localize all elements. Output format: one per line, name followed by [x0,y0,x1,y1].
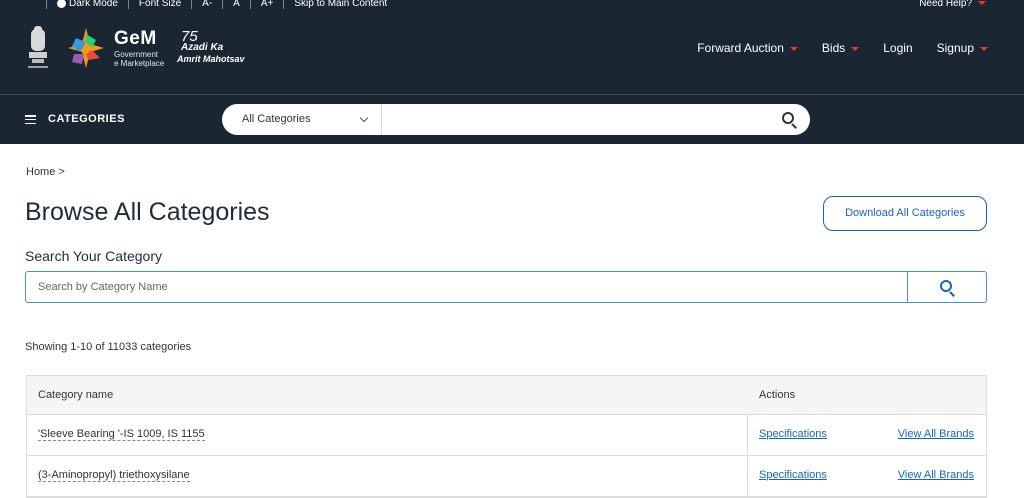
header-category-name: Category name [38,389,114,401]
dark-mode-toggle[interactable]: Dark Mode [57,0,118,9]
category-name[interactable]: (3-Aminopropyl) triethoxysilane [38,469,190,482]
caret-down-icon [980,46,988,51]
gem-logo-icon [68,28,104,68]
divider [249,0,251,9]
categories-menu-label[interactable]: CATEGORIES [48,113,125,125]
table-row: (3-Aminopropyl) triethoxysilane Specific… [27,456,986,497]
nav-forward-auction[interactable]: Forward Auction [697,41,798,55]
skip-to-main-link[interactable]: Skip to Main Content [294,0,387,9]
national-emblem-icon [28,26,48,68]
table-header: Category name Actions [27,376,986,415]
nav-forward-auction-label: Forward Auction [697,41,784,55]
global-search: All Categories [222,104,810,135]
nav-bids-label: Bids [821,41,846,55]
specifications-link[interactable]: Specifications [759,469,827,481]
page-title: Browse All Categories [25,198,270,226]
azadi-line3: Amrit Mahotsav [177,54,245,64]
utility-items: Dark Mode Font Size A- A A+ Skip to Main… [36,0,387,9]
nav-signup[interactable]: Signup [937,41,988,55]
nav-signup-label: Signup [936,41,974,55]
results-count: Showing 1-10 of 11033 categories [25,341,192,353]
dark-mode-icon [57,0,66,8]
azadi-line2: Azadi Ka [181,42,224,53]
specifications-link[interactable]: Specifications [759,428,827,440]
gem-logo-text: GeM Government e Marketplace [114,28,164,68]
logo-title: GeM [114,28,157,49]
category-name[interactable]: 'Sleeve Bearing '-IS 1009, IS 1155 [38,428,205,441]
font-normal-button[interactable]: A [233,0,240,9]
font-decrease-button[interactable]: A- [202,0,212,9]
search-heading: Search Your Category [25,248,162,264]
search-icon[interactable] [782,112,798,129]
dark-mode-label: Dark Mode [69,0,118,9]
view-all-brands-link[interactable]: View All Brands [898,428,974,440]
font-increase-button[interactable]: A+ [261,0,274,9]
category-bar: CATEGORIES All Categories [0,95,1024,144]
category-search-input[interactable] [25,271,908,303]
table-row: 'Sleeve Bearing '-IS 1009, IS 1155 Speci… [27,415,986,456]
divider [283,0,285,9]
hamburger-menu-icon[interactable] [25,115,36,125]
divider [127,0,129,9]
need-help-menu[interactable]: Need Help? [919,0,986,9]
site-header: GeM Government e Marketplace 75 Azadi Ka… [0,12,1024,95]
main-nav: Forward Auction Bids Login Signup [697,41,988,55]
search-icon [940,280,956,297]
nav-bids[interactable]: Bids [821,41,860,55]
divider [222,0,224,9]
divider [46,0,47,9]
font-size-label: Font Size [138,0,182,9]
header-actions: Actions [759,389,796,401]
download-all-categories-button[interactable]: Download All Categories [823,196,987,231]
caret-down-icon [978,1,986,6]
caret-down-icon [789,46,798,51]
chevron-down-icon [359,113,369,123]
divider [191,0,193,9]
breadcrumb[interactable]: Home > [26,166,65,178]
logo-line2: e Marketplace [114,59,165,68]
utility-bar: Dark Mode Font Size A- A A+ Skip to Main… [0,0,1024,12]
category-select-value: All Categories [242,113,311,125]
category-search-button[interactable] [907,271,987,303]
view-all-brands-link[interactable]: View All Brands [898,469,974,481]
azadi-logo: 75 Azadi Ka Amrit Mahotsav [177,28,245,70]
need-help-label: Need Help? [919,0,972,9]
categories-table: Category name Actions 'Sleeve Bearing '-… [26,375,987,498]
logo-line1: Government [114,50,159,59]
category-select[interactable]: All Categories [222,104,382,135]
nav-login[interactable]: Login [883,41,912,55]
caret-down-icon [851,46,860,51]
